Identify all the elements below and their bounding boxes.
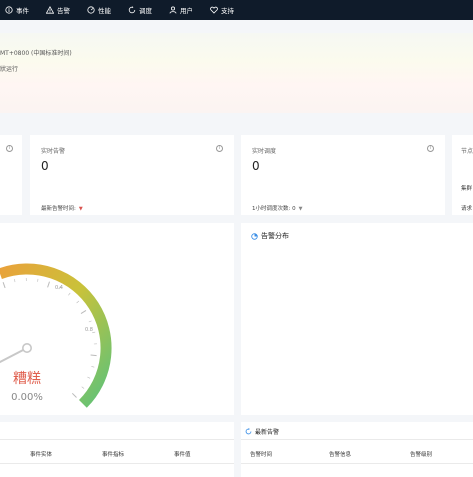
- pie-chart-icon: [251, 232, 258, 240]
- gauge-tick: [47, 281, 50, 288]
- gauge-tick-label: 0.4: [55, 285, 63, 291]
- schedule-icon: [128, 6, 136, 14]
- nav-item-schedule[interactable]: 调度: [128, 5, 152, 15]
- warning-icon: [46, 6, 54, 14]
- stat-card-partial-left: i: [0, 135, 22, 215]
- gauge-needle-pivot: [21, 343, 32, 354]
- latest-alarms-panel: 最新告警 告警时间 告警信息 告警级别: [241, 422, 473, 477]
- gauge-tick: [91, 366, 95, 368]
- gauge-tick: [14, 279, 16, 283]
- user-icon: [169, 6, 177, 14]
- divider: [0, 439, 234, 440]
- card-footer: 1小时调度次数: 0 ▼: [252, 204, 302, 212]
- table-header-cell[interactable]: 告警级别: [410, 450, 432, 458]
- card-title: 实时调度: [252, 148, 277, 155]
- divider: [241, 463, 473, 464]
- table-header-cell[interactable]: 告警时间: [250, 450, 272, 458]
- panel-title-text: 告警分布: [261, 232, 289, 240]
- panel-title-text: 最新告警: [255, 429, 280, 436]
- info-icon: [5, 6, 13, 14]
- divider: [241, 439, 473, 440]
- card-line: 集群: [461, 186, 473, 192]
- info-icon[interactable]: i: [216, 145, 223, 152]
- gauge-tick: [88, 320, 92, 323]
- latest-alarm-time-label: 最新告警时间:: [41, 206, 76, 212]
- nav-label: 支持: [221, 7, 234, 15]
- nav-item-support[interactable]: 支持: [210, 5, 234, 15]
- nav-label: 事件: [16, 7, 29, 15]
- nav-item-performance[interactable]: 性能: [87, 5, 111, 15]
- panel-title: 最新告警: [245, 427, 279, 436]
- gauge-tick: [80, 309, 87, 315]
- info-icon[interactable]: i: [427, 145, 434, 152]
- gauge-status-text: 糟糕: [13, 371, 41, 387]
- gauge-tick: [87, 376, 91, 379]
- table-header-cell[interactable]: 事件值: [174, 450, 191, 458]
- system-status-banner: MT+0800 (中国标准时间) 狀运行: [0, 33, 473, 113]
- nav-item-users[interactable]: 用户: [169, 5, 193, 15]
- gauge-tick: [71, 392, 77, 398]
- table-header-cell[interactable]: 告警信息: [329, 450, 351, 458]
- card-value: 0: [41, 159, 49, 173]
- stat-card-partial-right: 节点 集群 请求: [452, 135, 473, 215]
- nav-item-events[interactable]: 事件: [5, 5, 29, 15]
- gauge-tick-label: 0.8: [85, 327, 93, 333]
- timezone-text: MT+0800 (中国标准时间): [0, 50, 72, 57]
- gauge-icon: [87, 6, 95, 14]
- stat-card-realtime-alarm: 实时告警 i 0 最新告警时间: ▼: [30, 135, 234, 215]
- card-line: 请求: [461, 206, 473, 212]
- event-table-panel: 事件实体 事件指标 事件值: [0, 422, 234, 477]
- alarm-distribution-panel: 告警分布: [241, 223, 473, 415]
- running-status-text: 狀运行: [0, 66, 19, 73]
- gauge-tick: [81, 386, 85, 389]
- divider: [0, 463, 234, 464]
- health-gauge: 0.4 0.8 糟糕 0.00%: [0, 263, 112, 408]
- table-header-cell[interactable]: 事件指标: [102, 450, 124, 458]
- gauge-panel: 0.4 0.8 糟糕 0.00%: [0, 223, 234, 415]
- gauge-tick: [68, 292, 71, 296]
- gauge-tick: [90, 354, 97, 357]
- nav-label: 用户: [180, 7, 193, 15]
- gauge-tick: [2, 282, 6, 289]
- nav-label: 告警: [57, 7, 70, 15]
- heart-icon: [210, 6, 218, 14]
- hourly-schedule-count-label: 1小时调度次数: 0: [252, 206, 296, 212]
- info-icon[interactable]: i: [6, 145, 13, 152]
- nav-label: 调度: [139, 7, 152, 15]
- nav-label: 性能: [98, 7, 111, 15]
- panel-title: 告警分布: [251, 231, 289, 241]
- top-nav-bar: 事件 告警 性能 调度 用户 支持: [0, 0, 473, 20]
- card-footer: 最新告警时间: ▼: [41, 204, 83, 212]
- gauge-percent-text: 0.00%: [11, 392, 43, 403]
- card-value: 0: [252, 159, 260, 173]
- trend-down-icon: ▼: [298, 206, 303, 212]
- card-title: 实时告警: [41, 148, 66, 155]
- table-header-cell[interactable]: 事件实体: [30, 450, 52, 458]
- nav-item-alarms[interactable]: 告警: [46, 5, 70, 15]
- trend-down-icon: ▼: [78, 206, 83, 212]
- stat-card-realtime-schedule: 实时调度 i 0 1小时调度次数: 0 ▼: [241, 135, 445, 215]
- gauge-tick: [76, 300, 80, 304]
- card-title: 节点: [461, 148, 473, 155]
- refresh-icon: [245, 428, 252, 435]
